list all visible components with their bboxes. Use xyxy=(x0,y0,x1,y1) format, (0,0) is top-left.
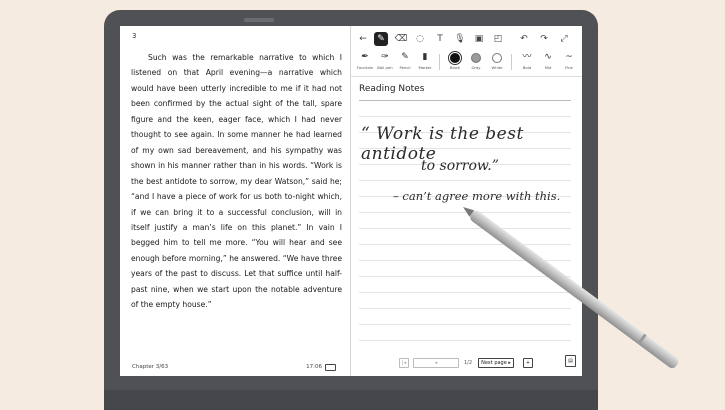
chapter-indicator: Chapter 3/63 xyxy=(132,364,169,370)
eraser-icon[interactable]: ⌫ xyxy=(394,32,408,46)
color-black[interactable]: Black xyxy=(445,51,465,70)
pen-tool-pencil[interactable]: ✎ Pencil xyxy=(395,52,415,70)
width-fine[interactable]: ~ Fine xyxy=(559,52,579,70)
toolbar-divider xyxy=(511,54,512,70)
handwriting-line: – can’t agree more with this. xyxy=(393,189,561,203)
toolbar-divider xyxy=(439,54,440,70)
book-paragraph: Such was the remarkable narrative to whi… xyxy=(131,53,342,310)
microphone-icon[interactable]: 🎙 xyxy=(453,32,467,46)
stylus-band xyxy=(637,333,647,346)
gray-swatch-icon xyxy=(471,53,481,63)
page-number: 3 xyxy=(132,32,137,40)
page-count: 1/2 xyxy=(464,360,473,366)
handwriting-line: to sorrow.” xyxy=(421,158,499,174)
device-screen: 3 Such was the remarkable narrative to w… xyxy=(120,26,582,376)
pen-options-bar: ✒ Fountain ✑ Ball pen ✎ Pencil ▮ Marker … xyxy=(351,50,582,77)
black-swatch-icon xyxy=(448,51,462,65)
fullscreen-icon[interactable]: ⤢ xyxy=(557,32,571,46)
next-page-button[interactable]: Next page ▸ xyxy=(478,358,514,368)
back-arrow-icon[interactable]: ← xyxy=(356,32,370,46)
notes-title: Reading Notes xyxy=(359,84,425,94)
shapes-icon[interactable]: ◰ xyxy=(491,32,505,46)
redo-icon[interactable]: ↷ xyxy=(537,32,551,46)
width-bold[interactable]: 〰 Bold xyxy=(517,52,537,70)
add-page-button[interactable]: + xyxy=(523,358,533,368)
bold-stroke-icon: 〰 xyxy=(522,52,532,62)
pen-tool-marker[interactable]: ▮ Marker xyxy=(415,52,435,70)
pencil-icon: ✎ xyxy=(401,52,409,62)
pen-mode-icon[interactable]: ✎ xyxy=(374,32,388,46)
undo-icon[interactable]: ↶ xyxy=(517,32,531,46)
fountain-pen-icon: ✒ xyxy=(361,52,369,62)
page-overview-icon[interactable]: ▤ xyxy=(565,355,576,367)
ball-pen-icon: ✑ xyxy=(381,52,389,62)
device-chin xyxy=(104,390,598,410)
white-swatch-icon xyxy=(492,53,502,63)
width-mid[interactable]: ∿ Mid xyxy=(538,52,558,70)
first-page-button[interactable]: |◂ xyxy=(399,358,409,368)
image-icon[interactable]: ▣ xyxy=(472,32,486,46)
power-button[interactable] xyxy=(244,18,274,22)
mid-stroke-icon: ∿ xyxy=(544,52,552,62)
pen-tool-ballpen[interactable]: ✑ Ball pen xyxy=(375,52,395,70)
battery-icon xyxy=(325,364,336,371)
notes-toolbar: ← ✎ ⌫ ◌ T 🎙 ▣ ◰ ↶ ↷ ⤢ xyxy=(351,30,582,48)
pen-tool-fountain[interactable]: ✒ Fountain xyxy=(355,52,375,70)
color-white[interactable]: White xyxy=(487,52,507,70)
text-icon[interactable]: T xyxy=(433,32,447,46)
book-pane: 3 Such was the remarkable narrative to w… xyxy=(120,26,351,376)
marker-icon: ▮ xyxy=(422,52,428,62)
previous-page-button[interactable]: ◂ xyxy=(413,358,459,368)
book-text: Such was the remarkable narrative to whi… xyxy=(131,50,342,313)
clock: 17:06 xyxy=(306,364,322,370)
color-gray[interactable]: Gray xyxy=(466,52,486,70)
fine-stroke-icon: ~ xyxy=(565,52,573,62)
lasso-icon[interactable]: ◌ xyxy=(413,32,427,46)
notes-pane: ← ✎ ⌫ ◌ T 🎙 ▣ ◰ ↶ ↷ ⤢ ✒ Fountain ✑ Ball … xyxy=(351,26,582,376)
page-navigation: |◂ ◂ 1/2 Next page ▸ + ▤ xyxy=(351,355,582,372)
